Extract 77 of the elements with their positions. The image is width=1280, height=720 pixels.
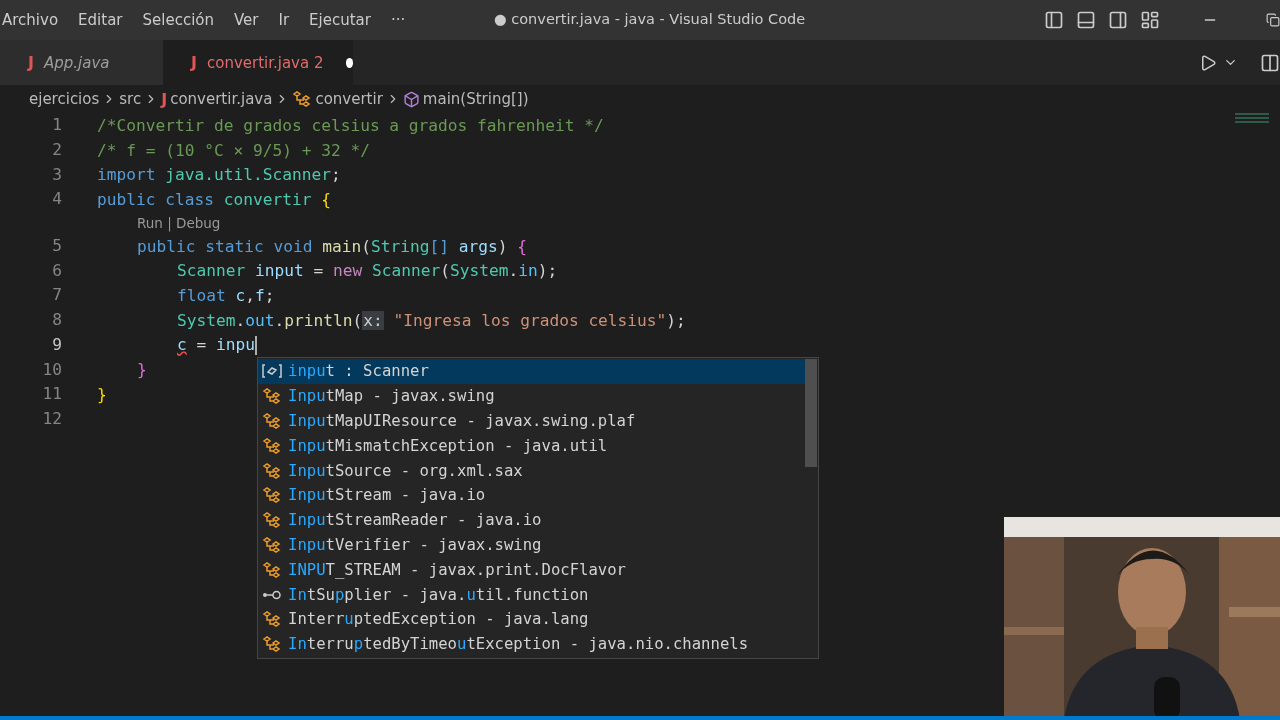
editor-tab[interactable]: J convertir.java 2 <box>163 40 353 85</box>
breadcrumb[interactable]: ejercicios <box>29 90 100 108</box>
line-number: 7 <box>51 285 62 306</box>
code-line: /* f = (10 °C × 9/5) + 32 */ <box>97 140 370 160</box>
code-line: Scanner input = new Scanner(System.in); <box>177 261 558 281</box>
suggestion-item[interactable]: INPUT_STREAM - javax.print.DocFlavor <box>258 557 805 583</box>
suggestion-item[interactable]: InputMap - javax.swing <box>258 383 805 409</box>
line-number: 8 <box>51 310 62 331</box>
run-icon[interactable] <box>1199 53 1217 72</box>
code-line: } <box>97 384 107 404</box>
code-line: float c,f; <box>177 285 275 305</box>
suggestion-item[interactable]: InterruptedException - java.lang <box>258 606 805 632</box>
class-icon <box>262 611 282 628</box>
menu-item[interactable]: Editar <box>68 11 133 29</box>
line-number: 2 <box>51 140 62 161</box>
breadcrumb[interactable]: convertir <box>315 90 383 108</box>
variable-icon <box>262 363 282 380</box>
code-line: c = inpu <box>177 334 257 355</box>
menu-item[interactable]: Selección <box>132 11 224 29</box>
suggestion-item[interactable]: InterruptedByTimeoutException - java.nio.channels <box>258 631 805 657</box>
tab-label: App.java <box>43 53 110 72</box>
class-icon <box>262 487 282 504</box>
code-line: import java.util.Scanner; <box>97 165 341 185</box>
editor-tab[interactable]: J App.java <box>0 40 163 85</box>
menu-item[interactable]: Ejecutar <box>299 11 381 29</box>
suggestion-item[interactable]: InputStreamReader - java.io <box>258 507 805 533</box>
layout-icon[interactable] <box>1140 10 1160 30</box>
line-number: 4 <box>51 189 62 210</box>
panel-left-icon[interactable] <box>1044 10 1064 30</box>
menu-item[interactable]: Ver <box>224 11 269 29</box>
line-number: 9 <box>51 334 62 355</box>
line-number: 3 <box>51 164 62 185</box>
menu-item[interactable]: Ir <box>268 11 300 29</box>
line-number: 5 <box>51 236 62 257</box>
suggestion-item[interactable]: IntSupplier - java.util.function <box>258 582 805 607</box>
line-number: 12 <box>41 408 62 429</box>
class-icon <box>262 462 282 479</box>
code-line: /*Convertir de grados celsius a grados fahrenheit */ <box>97 115 604 135</box>
cube-icon <box>402 90 420 108</box>
code-line: } <box>137 360 147 380</box>
class-icon <box>262 512 282 529</box>
breadcrumb[interactable]: convertir.java <box>170 90 273 108</box>
code-line: public class convertir { <box>97 189 331 209</box>
line-number: 1 <box>51 115 62 136</box>
scrollbar[interactable] <box>805 359 817 467</box>
suggestion-item[interactable]: input : Scanner <box>258 359 805 384</box>
run-debug-link[interactable]: Run | Debug <box>137 215 221 232</box>
class-icon <box>292 91 313 107</box>
class-icon <box>262 561 282 578</box>
class-icon <box>262 536 282 553</box>
line-number: 11 <box>41 384 62 405</box>
suggestion-item[interactable]: InputMismatchException - java.util <box>258 433 805 459</box>
class-icon <box>262 388 282 405</box>
breadcrumb[interactable]: main(String[]) <box>422 90 529 108</box>
window-title: ● convertir.java - java - Visual Studio Code <box>494 11 806 27</box>
suggestion-item[interactable]: InputMapUIResource - javax.swing.plaf <box>258 408 805 434</box>
menu-item[interactable]: Archivo <box>2 11 69 29</box>
class-icon <box>262 437 282 454</box>
restore-icon[interactable] <box>1266 13 1280 27</box>
java-file-icon: J <box>191 53 197 72</box>
tab-label: convertir.java 2 <box>206 53 324 72</box>
java-file-icon: J <box>161 89 168 109</box>
java-file-icon: J <box>28 53 34 72</box>
menu-item[interactable]: ··· <box>380 11 416 29</box>
code-line: System.out.println(x: "Ingresa los grados celsius"); <box>177 310 686 330</box>
breadcrumb[interactable]: src <box>119 90 142 108</box>
split-editor-icon[interactable] <box>1260 52 1280 73</box>
suggestion-item[interactable]: InputStream - java.io <box>258 483 805 508</box>
line-number: 6 <box>51 260 62 281</box>
class-icon <box>262 413 282 429</box>
line-number: 10 <box>41 359 62 380</box>
suggestion-item[interactable]: InputVerifier - javax.swing <box>258 532 805 558</box>
panel-bottom-icon[interactable] <box>1076 10 1096 30</box>
suggestion-item[interactable]: InputSource - org.xml.sax <box>258 458 805 483</box>
code-line: public static void main(String[] args) { <box>137 236 527 256</box>
panel-right-icon[interactable] <box>1108 10 1128 30</box>
class-icon <box>262 636 282 653</box>
